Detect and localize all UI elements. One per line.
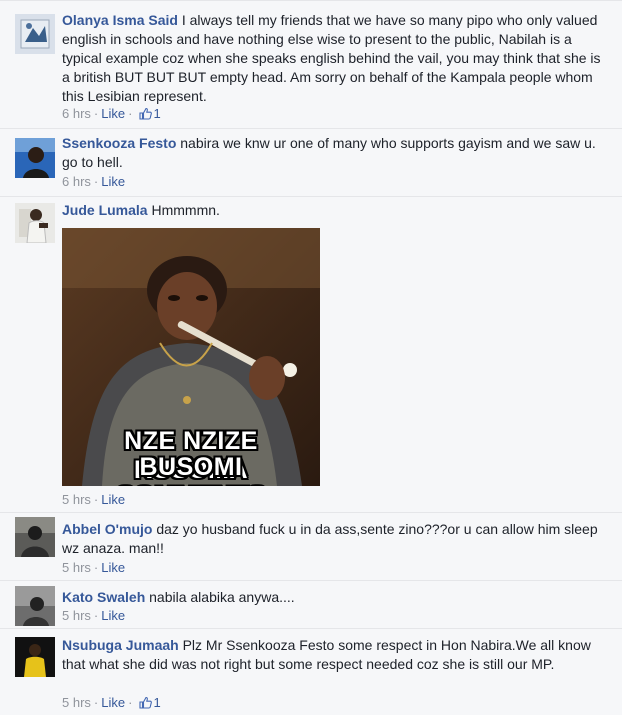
author-link[interactable]: Kato Swaleh xyxy=(62,589,145,605)
avatar[interactable] xyxy=(15,14,55,54)
timestamp[interactable]: 5 hrs xyxy=(62,608,91,623)
meme-caption-line2: BUSOMI COMMENTS xyxy=(116,453,265,486)
comment-meta: 6 hrs · Like xyxy=(62,174,126,189)
comment-body: Olanya Isma Said I always tell my friend… xyxy=(62,11,612,106)
timestamp[interactable]: 6 hrs xyxy=(62,174,91,189)
comment-text: nabila alabika anywa.... xyxy=(149,589,295,605)
avatar[interactable] xyxy=(15,586,55,626)
like-button[interactable]: Like xyxy=(101,608,125,623)
like-button[interactable]: Like xyxy=(101,106,125,121)
author-link[interactable]: Abbel O'mujo xyxy=(62,521,152,537)
comment: Ssenkooza Festo nabira we knw ur one of … xyxy=(0,128,622,196)
author-link[interactable]: Ssenkooza Festo xyxy=(62,135,176,151)
timestamp[interactable]: 5 hrs xyxy=(62,492,91,507)
comment-body: Kato Swaleh nabila alabika anywa.... xyxy=(62,588,612,607)
avatar-image xyxy=(15,637,55,677)
timestamp[interactable]: 6 hrs xyxy=(62,106,91,121)
like-button[interactable]: Like xyxy=(101,560,125,575)
comment-meta: 6 hrs · Like · 1 xyxy=(62,106,161,124)
comment-meta: 5 hrs · Like xyxy=(62,560,126,575)
comment-body: Nsubuga Jumaah Plz Mr Ssenkooza Festo so… xyxy=(62,636,612,674)
avatar-image xyxy=(15,586,55,626)
comment-meta: 5 hrs · Like · 1 xyxy=(62,695,161,713)
comment-meta: 5 hrs · Like xyxy=(62,492,126,507)
comment: Kato Swaleh nabila alabika anywa.... 5 h… xyxy=(0,580,622,628)
avatar-image xyxy=(15,517,55,557)
avatar[interactable] xyxy=(15,138,55,178)
avatar-image xyxy=(15,14,55,54)
comment: Abbel O'mujo daz yo husband fuck u in da… xyxy=(0,512,622,580)
comment: Olanya Isma Said I always tell my friend… xyxy=(0,0,622,128)
comment-text: Hmmmmn. xyxy=(151,202,220,218)
timestamp[interactable]: 5 hrs xyxy=(62,695,91,710)
avatar-image xyxy=(15,203,55,243)
avatar[interactable] xyxy=(15,517,55,557)
comment-body: Jude Lumala Hmmmmn. xyxy=(62,201,612,220)
like-button[interactable]: Like xyxy=(101,492,125,507)
comment-thread: Olanya Isma Said I always tell my friend… xyxy=(0,0,622,715)
thumbs-up-icon[interactable] xyxy=(139,696,153,713)
like-button[interactable]: Like xyxy=(101,695,125,710)
avatar[interactable] xyxy=(15,203,55,243)
comment-body: Ssenkooza Festo nabira we knw ur one of … xyxy=(62,134,612,172)
author-link[interactable]: Jude Lumala xyxy=(62,202,148,218)
author-link[interactable]: Nsubuga Jumaah xyxy=(62,637,179,653)
comment: Nsubuga Jumaah Plz Mr Ssenkooza Festo so… xyxy=(0,628,622,715)
avatar[interactable] xyxy=(15,637,55,677)
comment-meta: 5 hrs · Like xyxy=(62,608,126,623)
thumbs-up-icon[interactable] xyxy=(139,107,153,124)
author-link[interactable]: Olanya Isma Said xyxy=(62,12,178,28)
like-button[interactable]: Like xyxy=(101,174,125,189)
timestamp[interactable]: 5 hrs xyxy=(62,560,91,575)
meme-image[interactable]: NZE NZIZE KUSOMA BUSOMI COMMENTS xyxy=(62,228,320,486)
comment-body: Abbel O'mujo daz yo husband fuck u in da… xyxy=(62,520,612,558)
like-count[interactable]: 1 xyxy=(153,106,160,121)
avatar-image xyxy=(15,138,55,178)
like-count[interactable]: 1 xyxy=(153,695,160,710)
